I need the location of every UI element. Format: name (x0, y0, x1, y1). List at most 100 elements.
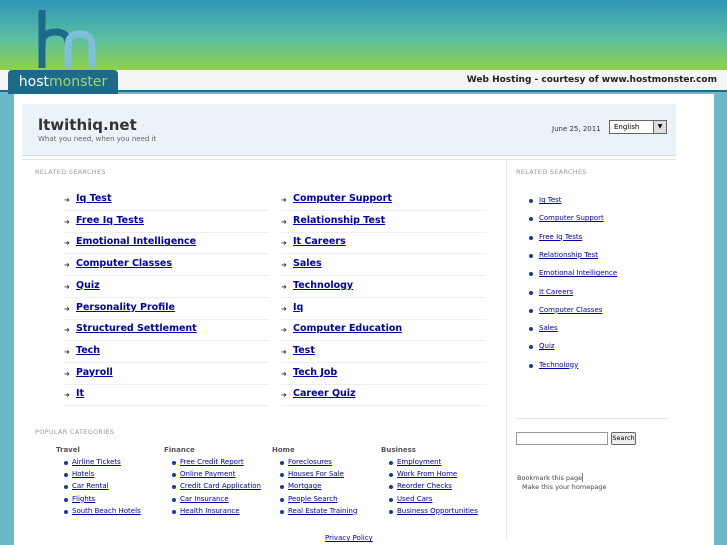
related-search-item[interactable]: ➜ Technology (281, 277, 486, 298)
category-link[interactable]: Foreclosures (288, 458, 332, 466)
related-search-link[interactable]: It Careers (293, 236, 346, 247)
homepage-link[interactable]: Make this your homepage (522, 483, 606, 491)
related-search-link[interactable]: Structured Settlement (76, 323, 197, 334)
sidebar-related-heading: RELATED SEARCHES (516, 168, 587, 176)
related-search-link[interactable]: Sales (293, 258, 322, 269)
arrow-icon: ➜ (281, 347, 287, 356)
sidebar-related-link[interactable]: Free Iq Tests (539, 233, 582, 241)
related-search-link[interactable]: Technology (293, 280, 353, 291)
hostmonster-logo[interactable]: hostmonster (8, 8, 118, 94)
sidebar-related-link[interactable]: Computer Classes (539, 306, 602, 314)
sidebar-related-link[interactable]: Computer Support (539, 214, 604, 222)
related-search-link[interactable]: Personality Profile (76, 302, 175, 313)
related-search-link[interactable]: Tech Job (293, 367, 337, 378)
related-search-item[interactable]: ➜ Quiz (64, 277, 269, 298)
category-link[interactable]: Hotels (72, 470, 94, 478)
arrow-icon: ➜ (281, 196, 287, 204)
related-search-item[interactable]: ➜ Career Quiz (281, 385, 486, 407)
bullet-icon (280, 473, 284, 478)
category-link[interactable]: Employment (397, 458, 441, 466)
category-link[interactable]: Reorder Checks (397, 482, 452, 490)
related-searches-heading: RELATED SEARCHES (35, 168, 106, 176)
logo-monster: monster (49, 74, 108, 90)
related-search-item[interactable]: ➜ Computer Support (281, 190, 486, 211)
related-search-link[interactable]: Emotional Intelligence (76, 236, 196, 247)
sidebar-related-link[interactable]: Technology (539, 361, 578, 369)
related-search-item[interactable]: ➜ Free Iq Tests (64, 212, 269, 233)
category-link[interactable]: South Beach Hotels (72, 507, 141, 515)
bullet-icon (529, 327, 533, 332)
arrow-icon: ➜ (281, 239, 287, 248)
category-heading: Travel (56, 446, 80, 454)
related-search-item[interactable]: ➜ It Careers (281, 233, 486, 255)
related-search-link[interactable]: Computer Education (293, 323, 402, 334)
bullet-icon (64, 497, 68, 502)
related-search-link[interactable]: Quiz (76, 280, 100, 291)
category-link[interactable]: Car Rental (72, 482, 109, 490)
category-link[interactable]: Mortgage (288, 482, 321, 490)
category-link[interactable]: Car Insurance (180, 495, 229, 503)
arrow-icon: ➜ (64, 391, 70, 400)
sidebar-related-link[interactable]: It Careers (539, 288, 573, 296)
related-search-item[interactable]: ➜ Test (281, 342, 486, 363)
category-link[interactable]: People Search (288, 495, 338, 503)
related-search-item[interactable]: ➜ Sales (281, 255, 486, 277)
bullet-icon (389, 461, 393, 465)
category-link[interactable]: Work From Home (397, 470, 457, 478)
related-search-item[interactable]: ➜ Iq (281, 299, 486, 320)
related-search-item[interactable]: ➜ Structured Settlement (64, 320, 269, 342)
related-search-item[interactable]: ➜ Computer Classes (64, 255, 269, 277)
category-link[interactable]: Real Estate Training (288, 507, 357, 515)
bullet-icon (280, 461, 284, 465)
category-link[interactable]: Health Insurance (180, 507, 240, 515)
privacy-policy-link[interactable]: Privacy Policy (325, 534, 373, 542)
bullet-icon (172, 473, 176, 478)
related-search-link[interactable]: Computer Classes (76, 258, 172, 269)
related-search-item[interactable]: ➜ Personality Profile (64, 299, 269, 320)
sidebar-related-link[interactable]: Relationship Test (539, 251, 598, 259)
related-search-item[interactable]: ➜ Relationship Test (281, 212, 486, 233)
search-input[interactable] (516, 432, 608, 445)
category-link[interactable]: Business Opportunities (397, 507, 478, 515)
related-search-link[interactable]: Relationship Test (293, 215, 385, 226)
related-search-link[interactable]: Payroll (76, 367, 113, 378)
arrow-icon: ➜ (64, 261, 70, 270)
related-search-link[interactable]: Career Quiz (293, 388, 356, 399)
related-search-link[interactable]: Free Iq Tests (76, 215, 144, 226)
bullet-icon (172, 485, 176, 490)
sidebar-related-link[interactable]: Emotional Intelligence (539, 269, 617, 277)
category-link[interactable]: Airline Tickets (72, 458, 121, 466)
chevron-down-icon[interactable]: ▼ (653, 121, 666, 133)
related-search-link[interactable]: Iq Test (76, 193, 112, 204)
bookmark-link[interactable]: Bookmark this page (517, 474, 582, 482)
related-search-item[interactable]: ➜ Computer Education (281, 320, 486, 342)
category-link[interactable]: Free Credit Report (180, 458, 244, 466)
logo-host: host (18, 74, 49, 90)
category-link[interactable]: Online Payment (180, 470, 235, 478)
related-search-link[interactable]: Iq (293, 302, 303, 313)
category-link[interactable]: Used Cars (397, 495, 432, 503)
sidebar-related-link[interactable]: Iq Test (539, 196, 562, 204)
sidebar-related-link[interactable]: Sales (539, 324, 558, 332)
category-link[interactable]: Credit Card Application (180, 482, 261, 490)
related-search-link[interactable]: Test (293, 345, 315, 356)
site-title: ltwithiq.net (38, 116, 137, 134)
category-heading: Home (272, 446, 295, 454)
related-search-item[interactable]: ➜ Iq Test (64, 190, 269, 211)
related-search-item[interactable]: ➜ Tech Job (281, 364, 486, 385)
category-link[interactable]: Houses For Sale (288, 470, 344, 478)
related-search-item[interactable]: ➜ Payroll (64, 364, 269, 385)
bullet-icon (280, 485, 284, 490)
related-search-link[interactable]: Computer Support (293, 193, 392, 204)
related-search-link[interactable]: Tech (76, 345, 100, 356)
category-link[interactable]: Flights (72, 495, 95, 503)
related-search-link[interactable]: It (76, 388, 84, 399)
related-search-item[interactable]: ➜ Tech (64, 342, 269, 363)
language-select[interactable]: English ▼ (609, 120, 667, 134)
sidebar-related-link[interactable]: Quiz (539, 342, 555, 350)
related-search-item[interactable]: ➜ It (64, 385, 269, 407)
logo-wordmark: hostmonster (8, 70, 118, 94)
related-search-item[interactable]: ➜ Emotional Intelligence (64, 233, 269, 255)
bullet-icon (389, 485, 393, 490)
search-button[interactable]: Search (611, 432, 636, 445)
